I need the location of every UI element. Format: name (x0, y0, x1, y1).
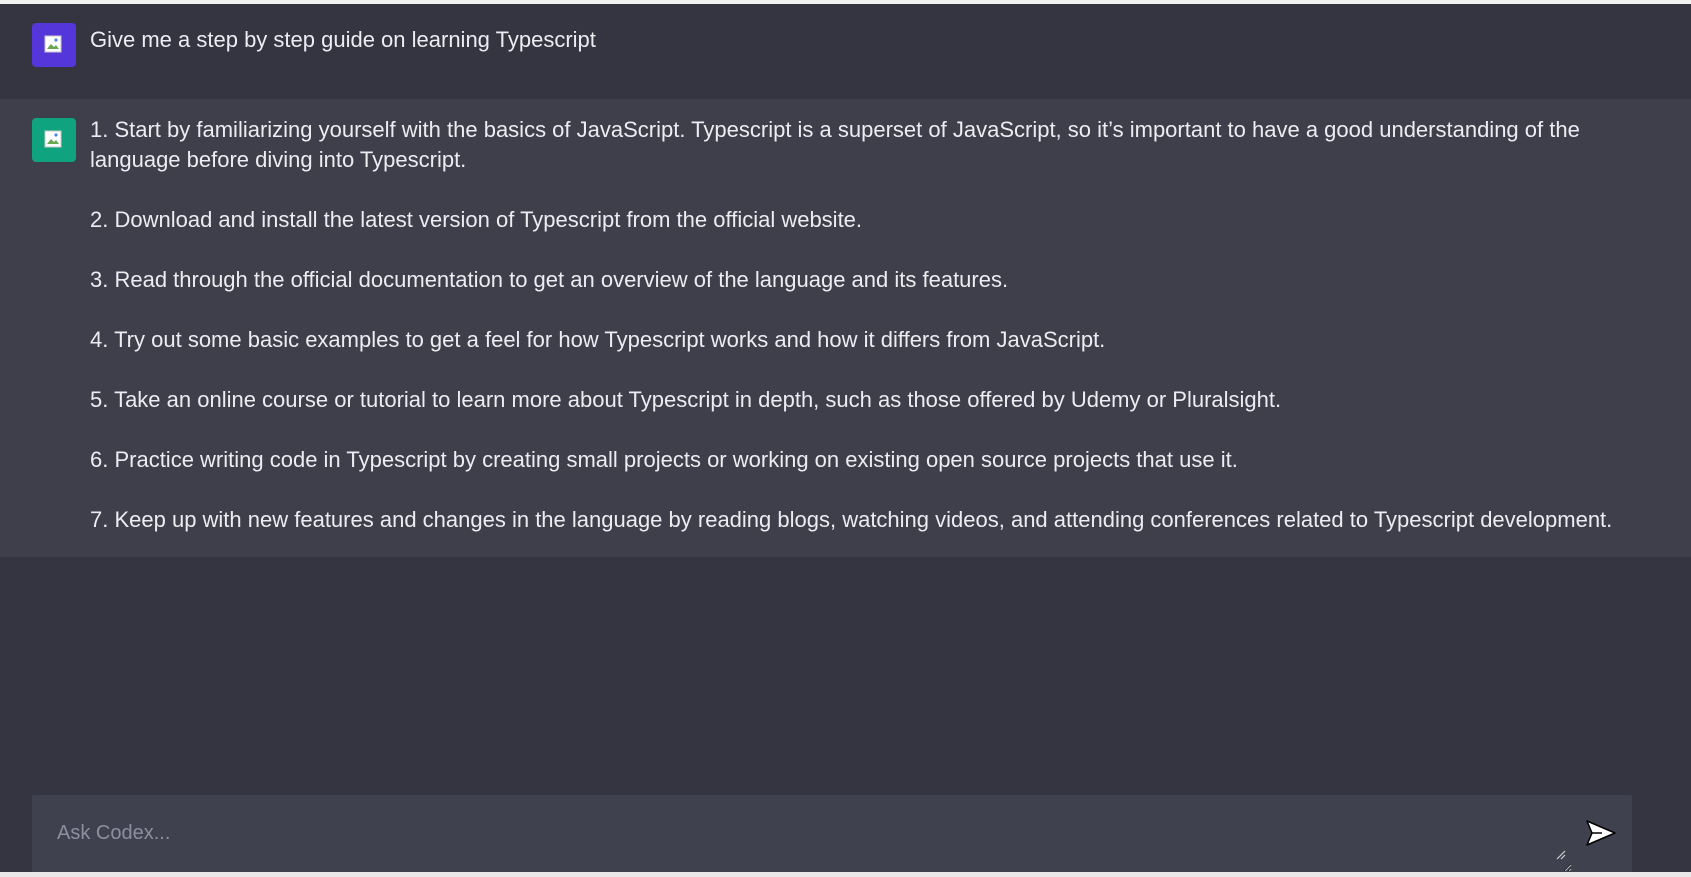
prompt-input[interactable] (32, 795, 1572, 872)
broken-image-icon (44, 35, 62, 53)
assistant-step: 1. Start by familiarizing yourself with … (90, 117, 1580, 172)
send-icon (1586, 820, 1616, 846)
assistant-step: 7. Keep up with new features and changes… (90, 507, 1613, 532)
user-message-text: Give me a step by step guide on learning… (90, 27, 596, 52)
assistant-step: 2. Download and install the latest versi… (90, 207, 863, 232)
assistant-message-text: 1. Start by familiarizing yourself with … (90, 115, 1650, 535)
broken-image-icon (44, 130, 62, 148)
window-bottom-edge (0, 872, 1691, 877)
resize-handle-icon[interactable] (1556, 850, 1566, 860)
assistant-step: 5. Take an online course or tutorial to … (90, 387, 1282, 412)
send-button[interactable] (1579, 811, 1623, 855)
assistant-step: 4. Try out some basic examples to get a … (90, 327, 1106, 352)
assistant-step: 3. Read through the official documentati… (90, 267, 1009, 292)
composer (32, 795, 1632, 872)
user-avatar (32, 23, 76, 67)
assistant-message-row: 1. Start by familiarizing yourself with … (0, 99, 1691, 557)
user-message-row: Give me a step by step guide on learning… (0, 4, 1691, 99)
assistant-step: 6. Practice writing code in Typescript b… (90, 447, 1238, 472)
assistant-avatar (32, 118, 76, 162)
